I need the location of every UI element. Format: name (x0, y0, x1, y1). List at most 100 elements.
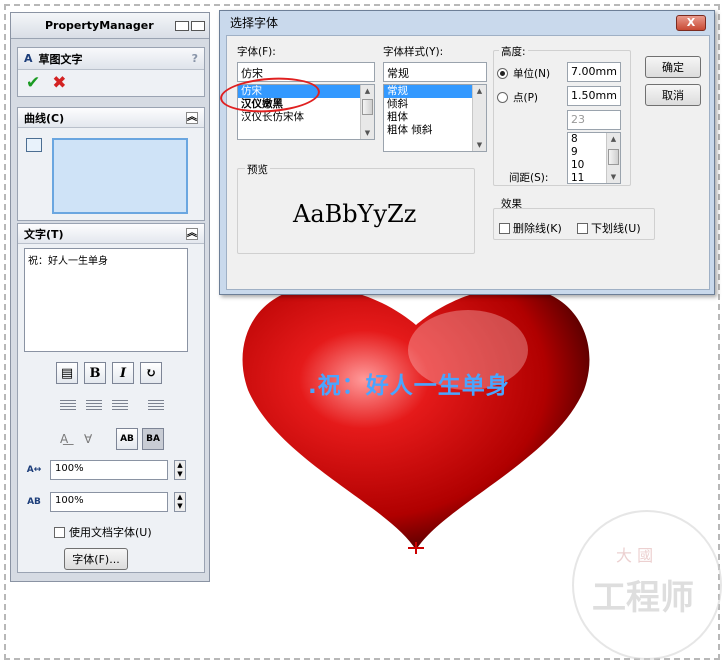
justify-icon[interactable] (148, 400, 164, 412)
sketch-text-input[interactable]: 祝：好人一生单身 (24, 248, 188, 352)
point-radio[interactable] (497, 92, 508, 103)
watermark-small: 大 國 (616, 546, 654, 565)
point-value-input[interactable]: 1.50mm (567, 86, 621, 106)
watermark-text: 工程师 (592, 578, 694, 618)
point-label: 点(P) (513, 92, 539, 104)
preview-sample: AaBbYyZz (293, 200, 417, 228)
curves-section-header[interactable]: 曲线(C) ︽ (18, 108, 204, 128)
spacing-factor-input[interactable]: 100% (50, 492, 168, 512)
underline-row: 下划线(U) (577, 220, 641, 236)
font-dialog: 选择字体 X 字体(F): 仿宋 仿宋 汉仪嫩黑 汉仪长仿宋体 ▲ ▼ 字体样式… (219, 10, 715, 295)
flip-horizontal-icon[interactable]: AB (116, 428, 138, 450)
curves-section: 曲线(C) ︽ (17, 107, 205, 221)
text-section-header[interactable]: 文字(T) ︽ (18, 224, 204, 244)
align-left-icon[interactable] (60, 400, 76, 412)
property-manager-title-text: PropertyManager (45, 19, 154, 32)
curve-icon (26, 138, 42, 152)
use-doc-font-label: 使用文档字体(U) (69, 526, 152, 539)
close-button[interactable]: X (676, 15, 706, 31)
cancel-button[interactable]: 取消 (645, 84, 701, 106)
bold-button[interactable]: B (84, 362, 106, 384)
property-manager-title: PropertyManager (11, 13, 209, 39)
watermark-seal: 大 國 工程师 (572, 510, 722, 660)
heart-model[interactable] (238, 280, 598, 560)
preview-label: 预览 (245, 162, 270, 177)
italic-button[interactable]: I (112, 362, 134, 384)
style-input[interactable]: 常规 (383, 62, 487, 82)
strikeout-row: 删除线(K) (499, 220, 562, 236)
point-size-input[interactable]: 23 (567, 110, 621, 130)
strikeout-checkbox[interactable] (499, 222, 510, 234)
unit-label: 单位(N) (513, 68, 551, 80)
font-button[interactable]: 字体(F)... (64, 548, 128, 570)
strikeout-label: 删除线(K) (513, 222, 562, 235)
style-list-item-3[interactable]: 粗体 (384, 111, 486, 124)
sketch-text-icon: A (24, 52, 33, 65)
text-section-label: 文字(T) (24, 227, 64, 241)
ok-check-button[interactable]: ✔ (26, 73, 40, 93)
style-label: 字体样式(Y): (383, 46, 444, 58)
help-icon[interactable]: ? (192, 52, 198, 65)
size-list-scrollbar[interactable]: ▲ ▼ (606, 133, 620, 183)
unit-radio[interactable] (497, 68, 508, 79)
heart-body (242, 287, 590, 550)
font-scroll-thumb[interactable] (362, 99, 373, 115)
style-scroll-up-icon[interactable]: ▲ (473, 85, 486, 97)
style-list-item-2[interactable]: 倾斜 (384, 98, 486, 111)
style-list[interactable]: 常规 倾斜 粗体 粗体 倾斜 ▲ ▼ (383, 84, 487, 152)
height-label: 高度: (499, 44, 528, 59)
style-list-scrollbar[interactable]: ▲ ▼ (472, 85, 486, 151)
ok-button[interactable]: 确定 (645, 56, 701, 78)
style-list-item-4[interactable]: 粗体 倾斜 (384, 124, 486, 137)
flip-vertical-icon[interactable]: A͟ (60, 432, 68, 446)
origin-marker (408, 542, 424, 554)
size-scroll-down-icon[interactable]: ▼ (607, 171, 620, 183)
rotate-button[interactable]: ↻ (140, 362, 162, 384)
cancel-x-button[interactable]: ✖ (52, 73, 66, 93)
flip-vertical-down-icon[interactable]: ∀ (84, 432, 92, 446)
width-factor-icon: A↔ (26, 465, 42, 475)
font-dialog-title: 选择字体 (230, 15, 279, 30)
unit-value-input[interactable]: 7.00mm (567, 62, 621, 82)
curves-selection-box[interactable] (52, 138, 188, 214)
use-doc-font-row: 使用文档字体(U) (54, 524, 152, 540)
font-list-scrollbar[interactable]: ▲ ▼ (360, 85, 374, 139)
width-factor-row: A↔ 100% ▲ ▼ (24, 460, 200, 480)
text-section: 文字(T) ︽ 祝：好人一生单身 ▤ B I ↻ A͟ ∀ AB BA A↔ 1… (17, 223, 205, 573)
feature-header: A 草图文字 ? (18, 48, 204, 70)
font-list-item-3[interactable]: 汉仪长仿宋体 (238, 111, 374, 124)
collapse-text-icon[interactable]: ︽ (186, 227, 198, 240)
property-manager-panel: PropertyManager A 草图文字 ? ✔ ✖ 曲线(C) ︽ 文字(… (10, 12, 210, 582)
font-scroll-up-icon[interactable]: ▲ (361, 85, 374, 97)
size-scroll-up-icon[interactable]: ▲ (607, 133, 620, 145)
collapse-curves-icon[interactable]: ︽ (186, 111, 198, 124)
spacing-factor-row: AB 100% ▲ ▼ (24, 492, 200, 512)
spacing-factor-icon: AB (27, 497, 41, 507)
underline-label: 下划线(U) (591, 222, 641, 235)
sketch-text-on-heart[interactable]: .祝：好人一生单身 (308, 366, 510, 400)
spacing-factor-spinner[interactable]: ▲ ▼ (174, 492, 186, 512)
spacing-label: 间距(S): (509, 172, 549, 184)
font-scroll-down-icon[interactable]: ▼ (361, 127, 374, 139)
size-scroll-thumb[interactable] (608, 149, 619, 165)
align-center-icon[interactable] (86, 400, 102, 412)
align-right-icon[interactable] (112, 400, 128, 412)
feature-header-box: A 草图文字 ? ✔ ✖ (17, 47, 205, 97)
ok-cancel-row: ✔ ✖ (18, 70, 204, 96)
point-size-list[interactable]: 8 9 10 11 ▲ ▼ (567, 132, 621, 184)
style-list-item-1[interactable]: 常规 (384, 85, 472, 98)
use-doc-font-checkbox[interactable] (54, 526, 65, 538)
effects-label: 效果 (501, 198, 522, 210)
font-label: 字体(F): (237, 46, 276, 58)
link-to-property-button[interactable]: ▤ (56, 362, 78, 384)
feature-title: 草图文字 (38, 52, 83, 66)
style-scroll-down-icon[interactable]: ▼ (473, 139, 486, 151)
pin-icon[interactable] (175, 21, 189, 31)
width-factor-spinner[interactable]: ▲ ▼ (174, 460, 186, 480)
curves-section-label: 曲线(C) (24, 111, 65, 125)
width-factor-input[interactable]: 100% (50, 460, 168, 480)
underline-checkbox[interactable] (577, 222, 588, 234)
expand-icon[interactable] (191, 21, 205, 31)
flip-horizontal-mirror-icon[interactable]: BA (142, 428, 164, 450)
font-dialog-body: 字体(F): 仿宋 仿宋 汉仪嫩黑 汉仪长仿宋体 ▲ ▼ 字体样式(Y): 常规… (226, 35, 710, 290)
